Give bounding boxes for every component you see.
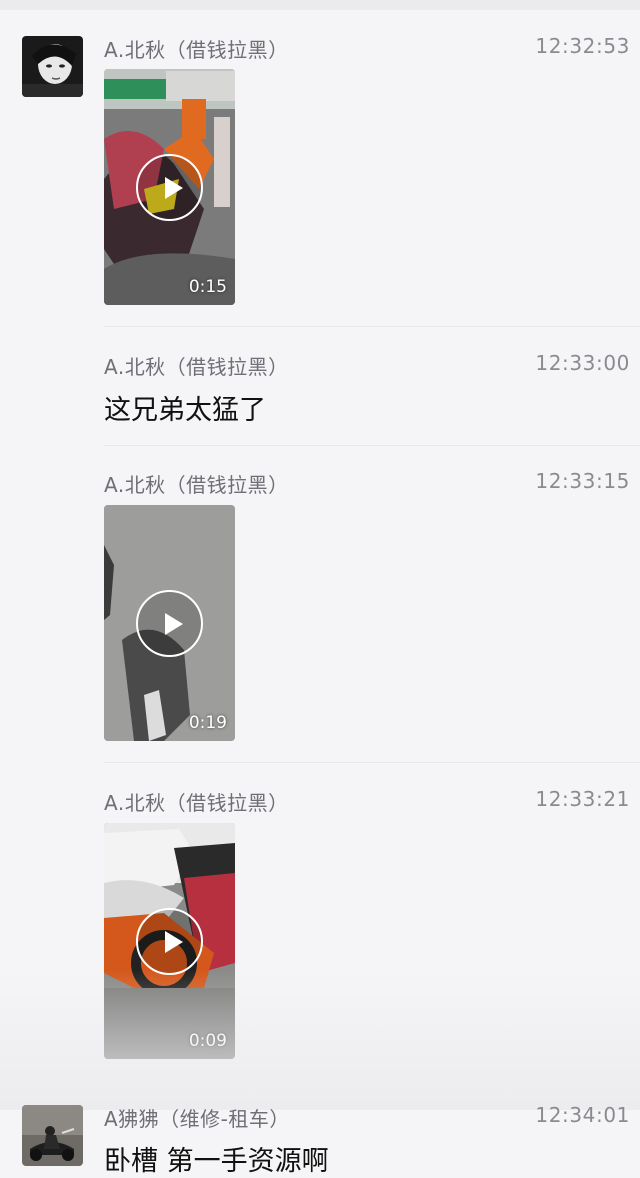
divider — [104, 762, 640, 763]
video-duration: 0:19 — [188, 713, 227, 733]
avatar-rider-icon — [22, 1105, 83, 1166]
avatar[interactable] — [22, 36, 83, 97]
message-text: 这兄弟太猛了 — [104, 395, 266, 426]
sender-name: A.北秋（借钱拉黑） — [104, 38, 289, 62]
video-message[interactable]: 0:15 — [104, 69, 235, 305]
sender-name: A.北秋（借钱拉黑） — [104, 791, 289, 815]
avatar[interactable] — [22, 1105, 83, 1166]
avatar-face-icon — [22, 36, 83, 97]
divider — [104, 326, 640, 327]
video-duration: 0:15 — [188, 277, 227, 297]
chat-history[interactable]: A.北秋（借钱拉黑） 12:32:53 0:15 A.北秋（借钱拉黑） 12:3… — [0, 10, 640, 1177]
video-message[interactable]: 0:19 — [104, 505, 235, 741]
message-time: 12:34:01 — [535, 1103, 630, 1127]
video-message[interactable]: 0:09 — [104, 823, 235, 1059]
play-icon[interactable] — [136, 590, 203, 657]
message-time: 12:32:53 — [535, 34, 630, 58]
message-time: 12:33:15 — [535, 469, 630, 493]
sender-name: A.北秋（借钱拉黑） — [104, 355, 289, 379]
play-icon[interactable] — [136, 154, 203, 221]
sender-name: A.北秋（借钱拉黑） — [104, 473, 289, 497]
divider — [104, 445, 640, 446]
message-text: 卧槽 第一手资源啊 — [104, 1146, 329, 1177]
message-time: 12:33:21 — [535, 787, 630, 811]
video-duration: 0:09 — [188, 1031, 227, 1051]
top-bar — [0, 0, 640, 10]
play-icon[interactable] — [136, 908, 203, 975]
bottom-fade — [0, 970, 640, 1110]
sender-name: A狒狒（维修-租车） — [104, 1107, 290, 1131]
message-time: 12:33:00 — [535, 351, 630, 375]
